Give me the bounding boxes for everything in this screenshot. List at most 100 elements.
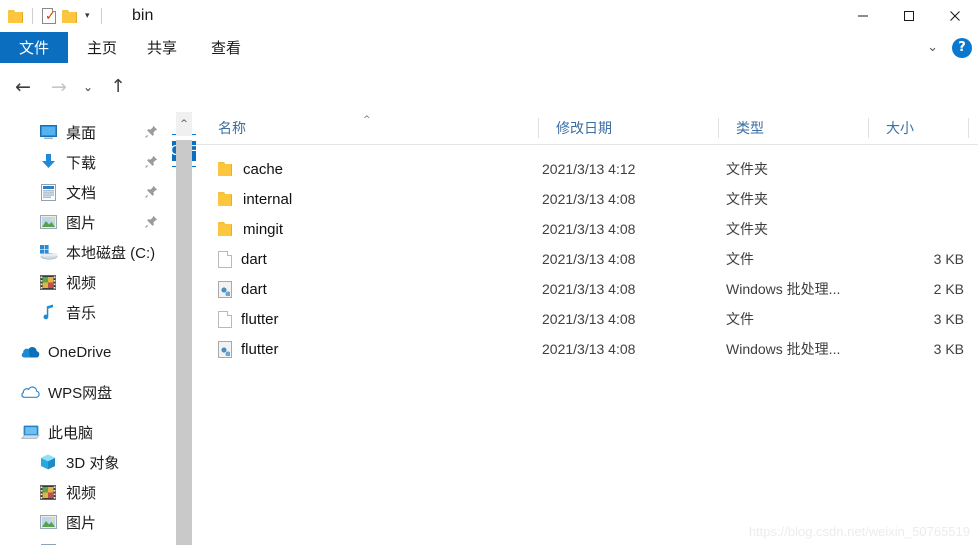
wps-cloud-icon (20, 385, 40, 399)
folder-icon[interactable] (8, 9, 23, 23)
scroll-up-arrow-icon[interactable]: ^ (176, 112, 192, 136)
cell-name: dart (218, 250, 267, 268)
folder-icon (218, 192, 234, 206)
column-headers: 名称 ^ 修改日期 类型 大小 (196, 112, 978, 145)
table-row[interactable]: mingit 2021/3/13 4:08 文件夹 (196, 216, 978, 242)
this-pc-icon (20, 425, 40, 440)
recent-locations-chevron-down-icon[interactable]: ⌄ (76, 71, 100, 103)
pin-icon[interactable] (145, 125, 158, 138)
pin-icon[interactable] (145, 185, 158, 198)
file-icon (218, 310, 232, 328)
sidebar-item-label: 本地磁盘 (C:) (66, 244, 156, 262)
quick-access-toolbar: ✓ ▾ (8, 0, 105, 32)
folder-icon (218, 162, 234, 176)
file-list-pane: 名称 ^ 修改日期 类型 大小 cache 2021/3/13 4:12 文件夹 intern… (196, 112, 978, 545)
cell-type: 文件 (726, 251, 754, 267)
batch-file-icon (218, 280, 232, 298)
table-row[interactable]: dart 2021/3/13 4:08 文件 3 KB (196, 246, 978, 272)
minimize-button[interactable] (840, 0, 886, 32)
sidebar-item-8[interactable]: WPS网盘 (0, 377, 172, 407)
sidebar-item-1[interactable]: 下载 (0, 147, 172, 177)
file-name-label: internal (243, 190, 293, 208)
pin-icon[interactable] (145, 155, 158, 168)
cell-name: mingit (218, 221, 283, 238)
column-divider[interactable] (538, 118, 539, 138)
table-row[interactable]: cache 2021/3/13 4:12 文件夹 (196, 156, 978, 182)
scrollbar-thumb[interactable] (176, 140, 192, 545)
sidebar-item-2[interactable]: 文档 (0, 177, 172, 207)
videos-icon (38, 274, 58, 290)
cell-name: flutter (218, 310, 279, 328)
tab-share[interactable]: 共享 (136, 32, 188, 63)
sidebar-item-0[interactable]: 桌面 (0, 117, 172, 147)
navigation-pane-scrollbar[interactable]: ^ (176, 112, 192, 545)
sidebar-item-11[interactable]: 视频 (0, 477, 172, 507)
cell-date: 2021/3/13 4:08 (542, 311, 636, 327)
ribbon-tab-bar: 文件 主页 共享 查看 ⌄ ? (0, 32, 978, 64)
cell-date: 2021/3/13 4:08 (542, 191, 636, 207)
maximize-button[interactable] (886, 0, 932, 32)
window-controls (840, 0, 978, 32)
onedrive-icon (20, 346, 40, 359)
cell-size: 2 KB (933, 281, 964, 297)
file-name-label: dart (241, 250, 267, 268)
table-row[interactable]: internal 2021/3/13 4:08 文件夹 (196, 186, 978, 212)
column-divider[interactable] (868, 118, 869, 138)
chevron-down-icon[interactable]: ▾ (83, 11, 92, 21)
column-header-date[interactable]: 修改日期 (538, 112, 718, 144)
new-folder-icon[interactable] (62, 9, 77, 23)
file-name-label: mingit (243, 220, 284, 238)
tab-home[interactable]: 主页 (76, 32, 128, 63)
cell-date: 2021/3/13 4:12 (542, 161, 636, 177)
back-arrow-icon[interactable]: ← (8, 71, 38, 103)
videos-icon (38, 484, 58, 500)
column-header-size[interactable]: 大小 (868, 112, 968, 144)
music-icon (38, 304, 58, 320)
sidebar-item-3[interactable]: 图片 (0, 207, 172, 237)
column-divider[interactable] (718, 118, 719, 138)
table-row[interactable]: flutter 2021/3/13 4:08 Windows 批处理... 3 KB (196, 336, 978, 362)
sidebar-item-5[interactable]: 视频 (0, 267, 172, 297)
table-row[interactable]: flutter 2021/3/13 4:08 文件 3 KB (196, 306, 978, 332)
sidebar-item-10[interactable]: 3D 对象 (0, 447, 172, 477)
sidebar-item-12[interactable]: 图片 (0, 507, 172, 537)
file-icon (218, 250, 232, 268)
sidebar-item-6[interactable]: 音乐 (0, 297, 172, 327)
navigation-pane: 桌面 下载 文档 图片 本地磁盘 (C:) 视频 音乐 OneDrive WPS网盘 此电脑 3D … (0, 112, 172, 545)
table-row[interactable]: dart 2021/3/13 4:08 Windows 批处理... 2 KB (196, 276, 978, 302)
column-divider[interactable] (968, 118, 969, 138)
sidebar-item-label: 桌面 (66, 124, 97, 142)
sidebar-item-label: 文档 (66, 184, 97, 202)
file-name-label: cache (243, 160, 284, 178)
forward-arrow-icon[interactable]: → (44, 71, 74, 103)
sort-ascending-icon: ^ (363, 115, 371, 125)
column-header-type[interactable]: 类型 (718, 112, 868, 144)
sidebar-item-9[interactable]: 此电脑 (0, 417, 172, 447)
pictures-icon (38, 515, 58, 529)
ribbon-right-controls: ⌄ ? (923, 32, 972, 63)
file-explorer-window: ✓ ▾ bin 文件 主页 共享 查看 ⌄ ? ← → ⌄ ↑ 桌面 下载 文档… (0, 0, 978, 545)
cell-name: internal (218, 191, 292, 208)
pin-icon[interactable] (145, 215, 158, 228)
folder-icon (218, 222, 234, 236)
cell-type: Windows 批处理... (726, 281, 841, 297)
expand-ribbon-chevron-down-icon[interactable]: ⌄ (923, 39, 942, 56)
help-button[interactable]: ? (952, 37, 972, 58)
cell-type: 文件夹 (726, 161, 768, 177)
tab-file[interactable]: 文件 (0, 32, 68, 63)
sidebar-item-13[interactable]: 文档 (0, 537, 172, 545)
documents-icon (38, 183, 58, 201)
sidebar-item-4[interactable]: 本地磁盘 (C:) (0, 237, 172, 267)
column-header-label: 大小 (886, 120, 914, 136)
sidebar-item-label: 音乐 (66, 304, 97, 322)
sidebar-item-7[interactable]: OneDrive (0, 337, 172, 367)
download-icon (38, 154, 58, 170)
sidebar-item-label: 文档 (66, 542, 96, 545)
up-arrow-icon[interactable]: ↑ (104, 71, 132, 103)
close-button[interactable] (932, 0, 978, 32)
cell-type: 文件夹 (726, 221, 768, 237)
tab-view[interactable]: 查看 (200, 32, 252, 63)
properties-icon[interactable]: ✓ (42, 8, 56, 24)
sidebar-item-label: 图片 (66, 514, 97, 532)
cell-size: 3 KB (933, 251, 964, 267)
